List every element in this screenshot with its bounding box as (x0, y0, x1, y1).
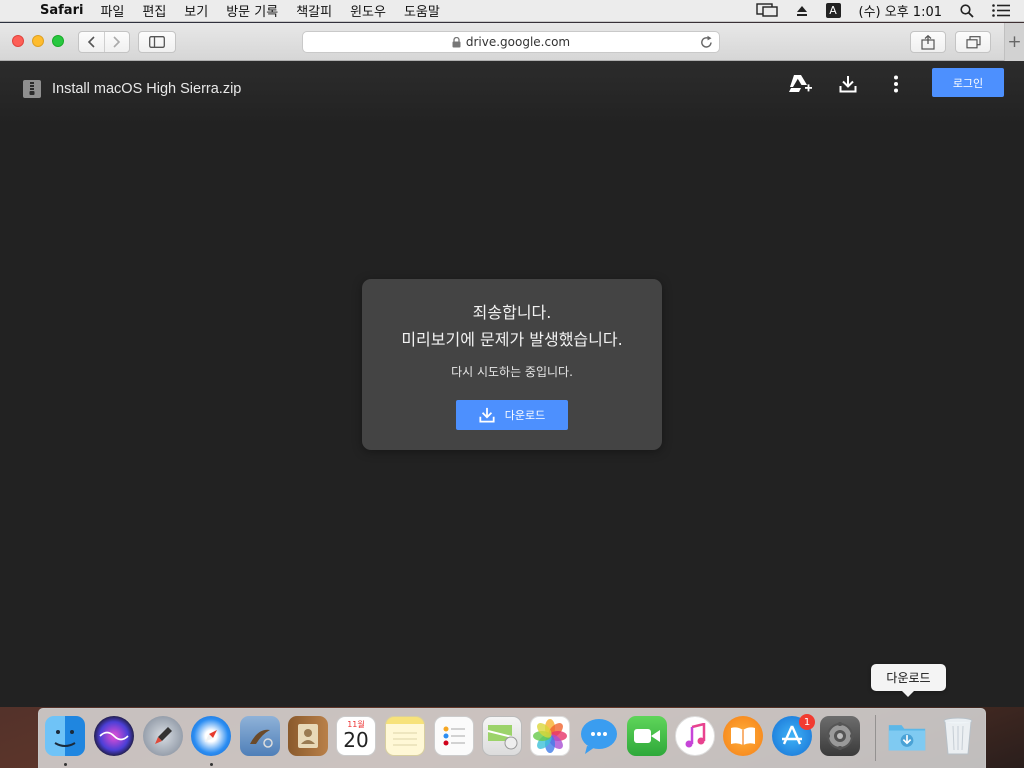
facetime-icon[interactable] (627, 716, 667, 756)
calendar-icon[interactable]: 11월 20 (336, 716, 376, 756)
calendar-day: 20 (343, 727, 369, 752)
forward-button[interactable] (103, 32, 129, 52)
download-icon[interactable] (835, 71, 861, 97)
notification-center-icon[interactable] (992, 4, 1010, 17)
archive-file-icon (23, 80, 41, 102)
input-source-icon[interactable]: A (825, 3, 841, 18)
chevron-left-icon (88, 36, 96, 48)
menu-app-name[interactable]: Safari (40, 3, 83, 18)
menu-help[interactable]: 도움말 (404, 1, 440, 20)
share-icon (921, 34, 935, 50)
menu-file[interactable]: 파일 (100, 1, 124, 20)
drive-file-viewer: Install macOS High Sierra.zip 로그인 죄송합니다.… (0, 61, 1024, 707)
new-tab-button[interactable]: + (1004, 23, 1024, 61)
lock-icon (452, 36, 461, 48)
viewer-header: Install macOS High Sierra.zip 로그인 (0, 61, 1024, 125)
download-icon (479, 407, 495, 423)
finder-running-indicator (64, 763, 67, 766)
show-all-tabs-button[interactable] (955, 31, 991, 53)
address-url: drive.google.com (465, 35, 571, 49)
menu-bar: Safari 파일 편집 보기 방문 기록 책갈피 윈도우 도움말 A (수) … (0, 0, 1024, 22)
airplay-display-icon[interactable] (755, 3, 778, 18)
download-button[interactable]: 다운로드 (456, 400, 568, 430)
preview-error-card: 죄송합니다. 미리보기에 문제가 발생했습니다. 다시 시도하는 중입니다. 다… (362, 279, 662, 450)
downloads-folder-icon[interactable] (887, 716, 927, 756)
safari-window: drive.google.com + Install macOS High Si… (0, 23, 1024, 707)
add-to-drive-icon[interactable] (787, 71, 813, 97)
spotlight-search-icon[interactable] (960, 3, 974, 18)
ibooks-icon[interactable] (723, 716, 763, 756)
window-close-button[interactable] (12, 35, 24, 47)
reminders-icon[interactable] (434, 716, 474, 756)
itunes-icon[interactable] (675, 716, 715, 756)
error-subtitle: 다시 시도하는 중입니다. (451, 365, 573, 379)
safari-icon[interactable] (191, 716, 231, 756)
app-store-update-badge: 1 (799, 714, 815, 730)
share-button[interactable] (910, 31, 946, 53)
menu-history[interactable]: 방문 기록 (226, 1, 278, 20)
photos-icon[interactable] (530, 716, 570, 756)
error-title-line1: 죄송합니다. (472, 303, 552, 322)
error-title: 죄송합니다. 미리보기에 문제가 발생했습니다. (362, 299, 662, 353)
back-button[interactable] (79, 32, 104, 52)
safari-running-indicator (210, 763, 213, 766)
error-title-line2: 미리보기에 문제가 발생했습니다. (401, 330, 623, 349)
chevron-right-icon (113, 36, 121, 48)
mail-icon[interactable] (240, 716, 280, 756)
launchpad-icon[interactable] (143, 716, 183, 756)
more-options-icon[interactable] (883, 71, 909, 97)
dock-tooltip: 다운로드 (871, 664, 946, 697)
eject-icon[interactable] (796, 5, 808, 17)
contacts-icon[interactable] (288, 716, 328, 756)
file-title: Install macOS High Sierra.zip (52, 81, 242, 97)
menu-view[interactable]: 보기 (184, 1, 208, 20)
messages-icon[interactable] (579, 716, 619, 756)
tabs-overview-icon (965, 35, 981, 48)
dock: 11월 20 1 (38, 708, 986, 768)
address-bar[interactable]: drive.google.com (302, 31, 720, 53)
window-zoom-button[interactable] (52, 35, 64, 47)
system-preferences-icon[interactable] (820, 716, 860, 756)
sidebar-icon (149, 36, 165, 48)
finder-icon[interactable] (45, 716, 85, 756)
back-forward-group (78, 31, 130, 53)
window-minimize-button[interactable] (32, 35, 44, 47)
menu-bookmarks[interactable]: 책갈피 (296, 1, 332, 20)
notes-icon[interactable] (385, 716, 425, 756)
trash-icon[interactable] (938, 716, 978, 756)
download-button-label: 다운로드 (504, 409, 546, 422)
maps-icon[interactable] (482, 716, 522, 756)
menu-clock[interactable]: (수) 오후 1:01 (859, 1, 942, 20)
login-button[interactable]: 로그인 (932, 68, 1004, 97)
siri-icon[interactable] (94, 716, 134, 756)
menu-window[interactable]: 윈도우 (350, 1, 386, 20)
sidebar-toggle-button[interactable] (138, 31, 176, 53)
menu-edit[interactable]: 편집 (142, 1, 166, 20)
dock-separator (875, 715, 876, 761)
browser-toolbar: drive.google.com + (0, 23, 1024, 61)
reload-icon[interactable] (700, 35, 713, 52)
